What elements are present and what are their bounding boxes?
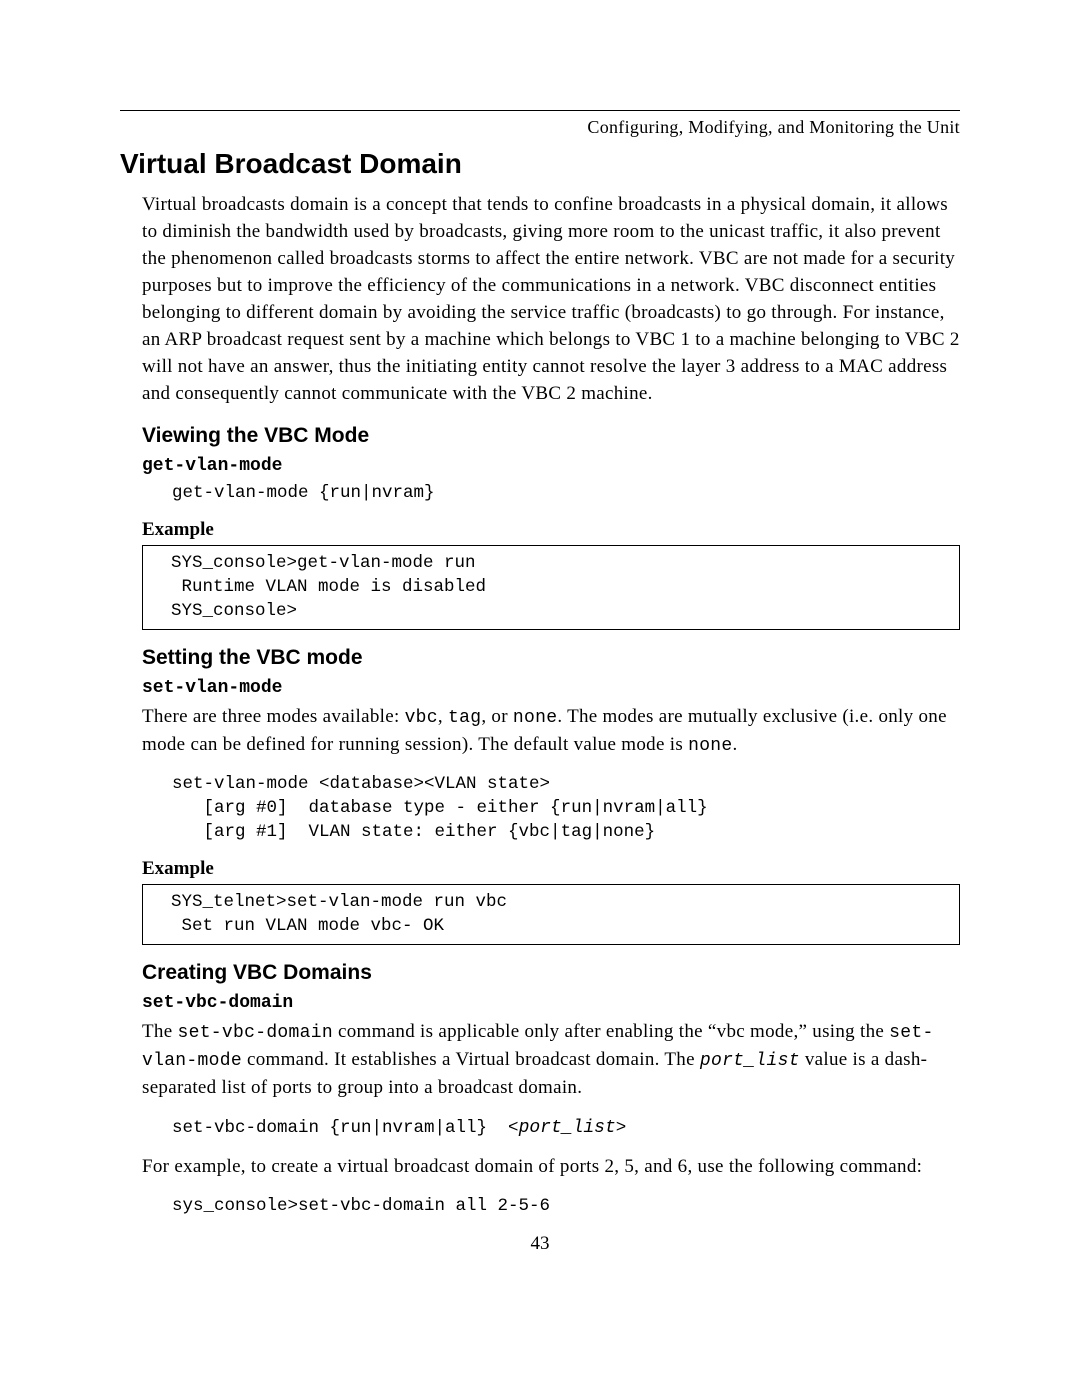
cmd-set-vbc-domain: set-vbc-domain bbox=[142, 993, 960, 1013]
cmd-set-vlan-mode: set-vlan-mode bbox=[142, 678, 960, 698]
example-box-1: SYS_console>get-vlan-mode run Runtime VL… bbox=[142, 545, 960, 630]
example-label-1: Example bbox=[142, 519, 960, 541]
default-mode: none bbox=[688, 736, 732, 756]
sec3-paragraph-2: For example, to create a virtual broadca… bbox=[120, 1154, 960, 1181]
syntax-set-vbc-domain: set-vbc-domain {run|nvram|all} <port_lis… bbox=[172, 1116, 960, 1141]
example-box-2: SYS_telnet>set-vlan-mode run vbc Set run… bbox=[142, 884, 960, 945]
mode-tag: tag bbox=[448, 708, 481, 728]
page-number: 43 bbox=[120, 1233, 960, 1255]
sec2-paragraph: There are three modes available: vbc, ta… bbox=[120, 704, 960, 759]
text: command. It establishes a Virtual broadc… bbox=[242, 1049, 700, 1070]
text: > bbox=[616, 1118, 627, 1138]
example-label-2: Example bbox=[142, 858, 960, 880]
example-code-2: SYS_telnet>set-vlan-mode run vbc Set run… bbox=[171, 891, 951, 938]
text: The bbox=[142, 1021, 178, 1042]
intro-paragraph: Virtual broadcasts domain is a concept t… bbox=[120, 192, 960, 408]
var-port-list-syntax: port_list bbox=[519, 1118, 616, 1138]
text: There are three modes available: bbox=[142, 706, 405, 727]
text: , bbox=[438, 706, 448, 727]
page-title: Virtual Broadcast Domain bbox=[120, 148, 960, 180]
mode-vbc: vbc bbox=[405, 708, 438, 728]
text: command is applicable only after enablin… bbox=[333, 1021, 889, 1042]
cmd-get-vlan-mode: get-vlan-mode bbox=[142, 456, 960, 476]
syntax-set-vlan-mode: set-vlan-mode <database><VLAN state> [ar… bbox=[172, 773, 960, 844]
syntax-get-vlan-mode: get-vlan-mode {run|nvram} bbox=[172, 482, 960, 506]
section-viewing-vbc-mode: Viewing the VBC Mode bbox=[142, 424, 960, 448]
header-rule bbox=[120, 110, 960, 111]
section-creating-vbc-domains: Creating VBC Domains bbox=[142, 961, 960, 985]
running-head: Configuring, Modifying, and Monitoring t… bbox=[120, 117, 960, 138]
section-setting-vbc-mode: Setting the VBC mode bbox=[142, 646, 960, 670]
text: . bbox=[733, 734, 738, 755]
text: , or bbox=[481, 706, 513, 727]
example-code-3: sys_console>set-vbc-domain all 2-5-6 bbox=[172, 1195, 960, 1219]
text: set-vbc-domain {run|nvram|all} < bbox=[172, 1118, 519, 1138]
var-port-list: port_list bbox=[700, 1051, 800, 1071]
cmd-inline-1: set-vbc-domain bbox=[178, 1023, 333, 1043]
sec3-paragraph-1: The set-vbc-domain command is applicable… bbox=[120, 1019, 960, 1101]
mode-none: none bbox=[513, 708, 557, 728]
example-code-1: SYS_console>get-vlan-mode run Runtime VL… bbox=[171, 552, 951, 623]
